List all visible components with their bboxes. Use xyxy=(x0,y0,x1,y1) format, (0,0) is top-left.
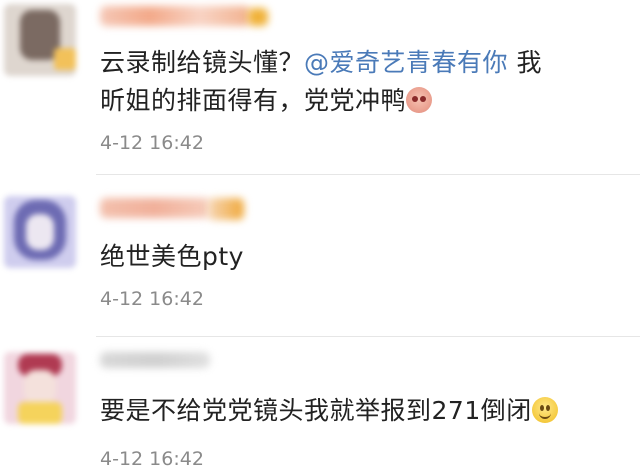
comment-text: 云录制给镜头懂？@爱奇艺青春有你 我 昕姐的排面得有，党党冲鸭 xyxy=(100,48,542,115)
avatar[interactable] xyxy=(4,352,76,424)
comment-timestamp: 4-12 16:42 xyxy=(100,448,204,470)
smile-emoji-icon xyxy=(531,397,558,423)
username-blurred[interactable] xyxy=(100,198,210,218)
comment-item-1: 云录制给镜头懂？@爱奇艺青春有你 我 昕姐的排面得有，党党冲鸭 4-12 16:… xyxy=(0,0,640,176)
mention-link[interactable]: @爱奇艺青春有你 xyxy=(304,48,508,77)
user-badge-blurred xyxy=(248,8,268,26)
avatar[interactable] xyxy=(4,4,76,76)
divider xyxy=(96,174,640,175)
username-blurred[interactable] xyxy=(100,352,210,368)
pink-face-emoji-icon xyxy=(406,87,433,113)
avatar[interactable] xyxy=(4,196,76,268)
comment-timestamp: 4-12 16:42 xyxy=(100,288,204,310)
user-badge-blurred xyxy=(208,198,244,220)
comment-timestamp: 4-12 16:42 xyxy=(100,132,204,154)
comment-text: 要是不给党党镜头我就举报到271倒闭 xyxy=(100,392,628,430)
divider xyxy=(96,336,640,337)
comment-item-3: 要是不给党党镜头我就举报到271倒闭 4-12 16:42 xyxy=(0,338,640,476)
comment-text: 绝世美色pty xyxy=(100,242,244,271)
username-blurred[interactable] xyxy=(100,6,250,26)
comment-item-2: 绝世美色pty 4-12 16:42 xyxy=(0,176,640,336)
